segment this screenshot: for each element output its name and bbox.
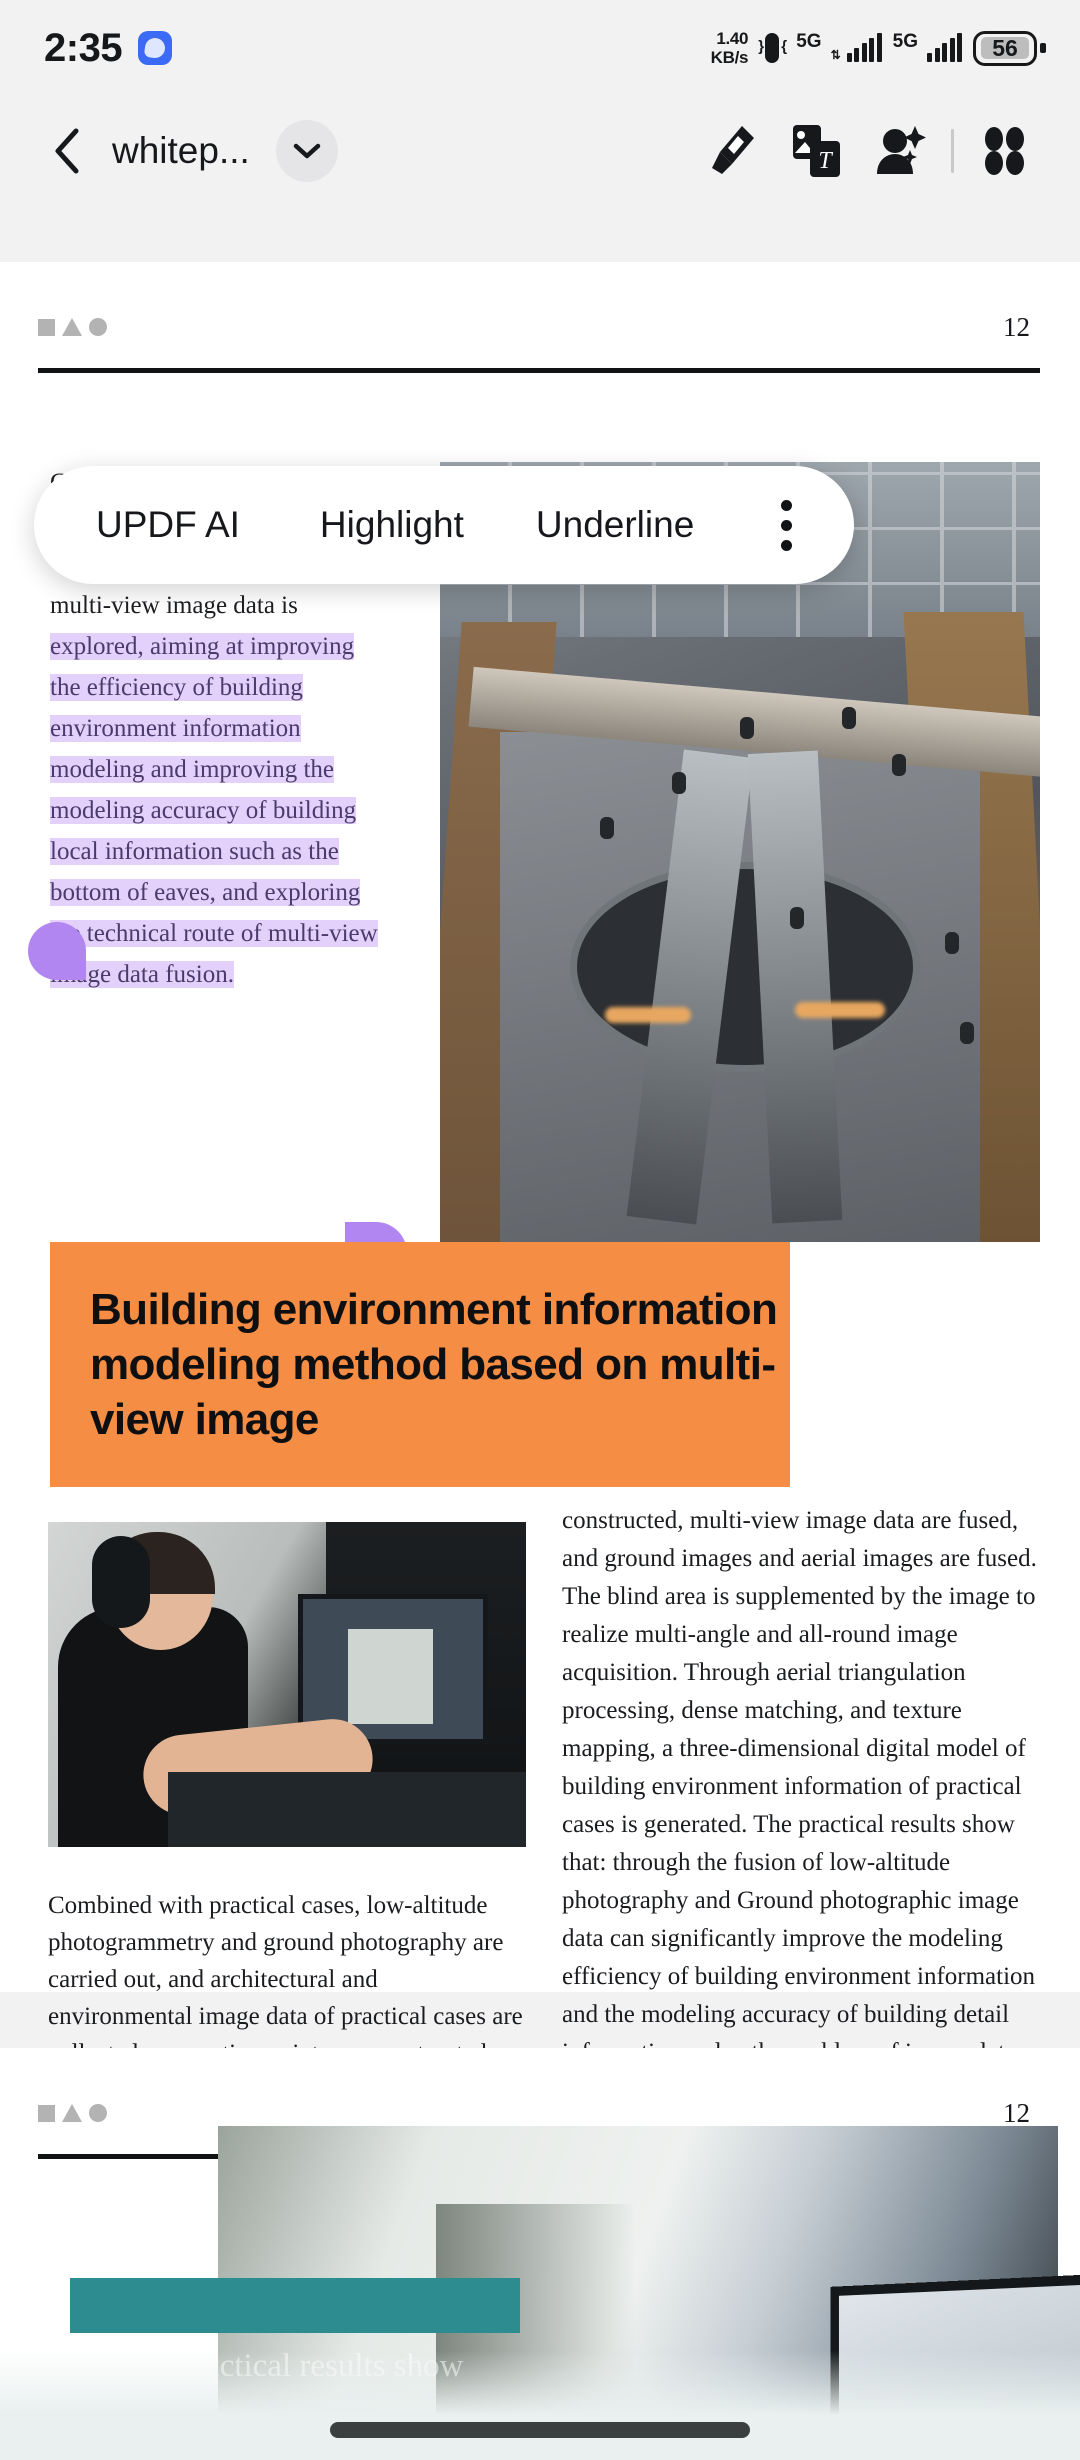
page-gap-top <box>0 206 1080 262</box>
triangle-shape <box>62 318 82 336</box>
toolbar-divider <box>951 129 954 173</box>
teal-accent-block <box>70 2278 520 2333</box>
page-decoration-shapes <box>38 318 107 336</box>
sim1-signal-icon: 5G ⇅ <box>796 31 882 62</box>
text-selection-context-menu[interactable]: UPDF AI Highlight Underline <box>34 466 854 584</box>
highlighted-selection-text[interactable]: explored, aiming at improving the effici… <box>50 633 378 988</box>
battery-icon: 56 <box>973 30 1046 66</box>
selection-handle-start[interactable] <box>28 922 86 980</box>
sim2-network-label: 5G <box>892 31 918 52</box>
battery-percent-label: 56 <box>981 35 1029 61</box>
article-title-block: Building environment information modelin… <box>50 1242 790 1487</box>
document-page-2[interactable]: 12 The practical results show <box>0 2048 1080 2460</box>
page-1-header: 12 <box>0 262 1080 358</box>
data-arrows-icon: ⇅ <box>830 48 841 62</box>
sim1-network-label: 5G <box>796 31 822 52</box>
clock-time: 2:35 <box>44 25 123 70</box>
page-title: Building environment information modelin… <box>90 1285 778 1444</box>
grid-menu-button[interactable] <box>962 109 1046 193</box>
menu-item-updf-ai[interactable]: UPDF AI <box>96 504 240 546</box>
status-bar-left: 2:35 <box>44 25 173 71</box>
page-decoration-shapes-2 <box>38 2104 107 2122</box>
menu-item-underline[interactable]: Underline <box>536 504 694 546</box>
network-speed-value: 1.40 <box>716 29 749 48</box>
triangle-shape <box>62 2104 82 2122</box>
network-speed-unit: KB/s <box>710 48 749 67</box>
network-speed-indicator: 1.40 KB/s <box>711 29 749 67</box>
grid-menu-icon <box>985 127 1024 175</box>
vibrate-icon: }{ <box>758 29 787 67</box>
document-title[interactable]: whitep... <box>112 130 250 172</box>
chevron-down-icon <box>293 143 321 159</box>
body-text-right-column[interactable]: constructed, multi-view image data are f… <box>562 1502 1042 2110</box>
page-number: 12 <box>1003 2097 1030 2128</box>
back-button[interactable] <box>44 128 90 174</box>
highlighter-pen-icon <box>712 126 754 174</box>
highlighter-tool-button[interactable] <box>691 109 775 193</box>
circle-shape <box>89 318 107 336</box>
menu-item-highlight[interactable]: Highlight <box>320 504 464 546</box>
image-to-text-button[interactable]: T <box>775 109 859 193</box>
svg-text:T: T <box>818 148 833 174</box>
bottom-fade-overlay <box>0 2350 1080 2460</box>
sim2-signal-icon: 5G <box>892 31 962 62</box>
page-number: 12 <box>1003 311 1030 342</box>
status-bar: 2:35 1.40 KB/s }{ 5G ⇅ 5G 56 <box>0 0 1080 96</box>
circle-shape <box>89 2104 107 2122</box>
image-to-text-icon: T <box>793 125 840 177</box>
more-vertical-icon[interactable] <box>781 499 792 551</box>
toolbar-actions: T <box>691 109 1046 193</box>
chevron-left-icon <box>55 128 79 174</box>
app-toolbar: whitep... T <box>0 96 1080 206</box>
intro-line-2: multi-view image data is <box>50 592 298 619</box>
ai-image-button[interactable] <box>859 109 943 193</box>
ai-image-icon <box>877 126 926 174</box>
square-shape <box>38 318 55 336</box>
developer-at-workstation-photo <box>48 1522 526 1847</box>
page-header-rule <box>38 368 1040 373</box>
home-gesture-bar[interactable] <box>330 2422 750 2438</box>
messenger-icon <box>138 31 173 65</box>
status-bar-right: 1.40 KB/s }{ 5G ⇅ 5G 56 <box>711 29 1046 67</box>
square-shape <box>38 2104 55 2122</box>
document-dropdown-button[interactable] <box>275 120 338 182</box>
